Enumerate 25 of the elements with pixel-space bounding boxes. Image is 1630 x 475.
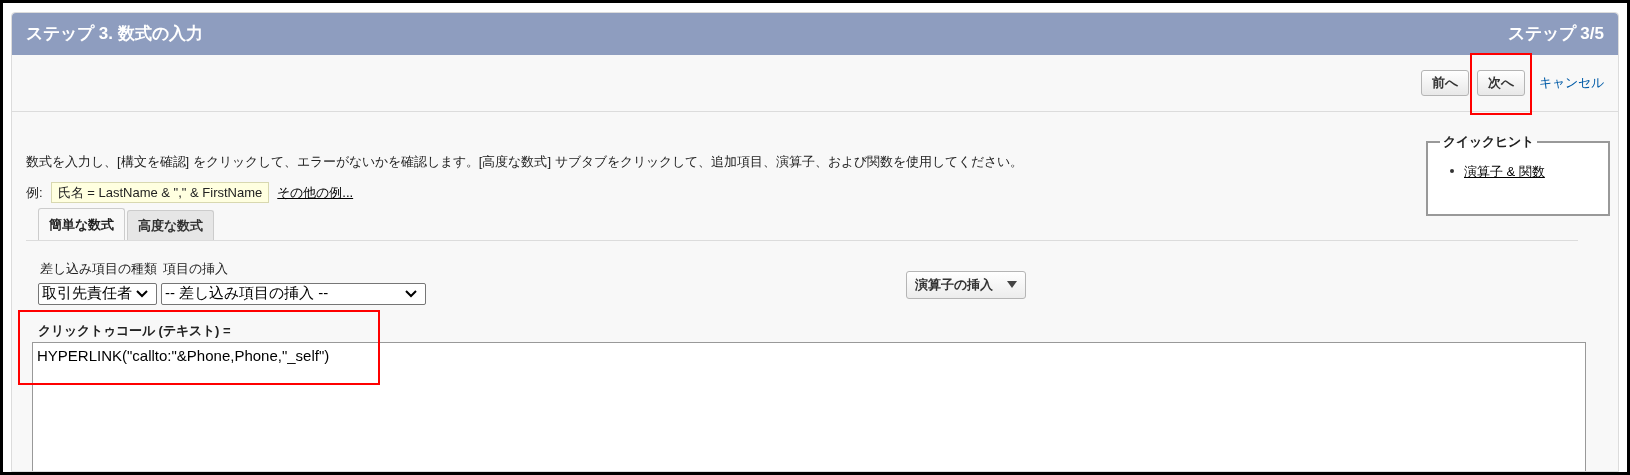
insert-field-select[interactable]: -- 差し込み項目の挿入 -- (161, 282, 426, 305)
formula-editor[interactable]: HYPERLINK("callto:"&Phone,Phone,"_self") (32, 342, 1586, 471)
example-formula: 氏名 = LastName & "," & FirstName (50, 181, 270, 203)
cancel-link[interactable]: キャンセル (1539, 73, 1604, 93)
nav-button[interactable]: 前へ (1421, 70, 1469, 96)
insert-field-label: 項目の挿入 (163, 260, 229, 278)
field-type-select[interactable]: 取引先責任者 (38, 282, 157, 305)
insert-operator-button[interactable]: 演算子の挿入 (906, 270, 1026, 299)
formula-label: クリックトゥコール (テキスト) = (38, 321, 232, 340)
nav-button[interactable]: 次へ (1477, 70, 1525, 96)
example-label: 例: (26, 183, 43, 202)
quick-hint-title: クイックヒント (1442, 133, 1535, 151)
step-counter: ステップ 3/5 (1507, 23, 1604, 46)
step-title: ステップ 3. 数式の入力 (26, 23, 203, 46)
formula-text: HYPERLINK("callto:"&Phone,Phone,"_self") (37, 347, 330, 364)
more-examples-link[interactable]: その他の例... (277, 182, 354, 202)
formula-tab[interactable]: 高度な数式 (127, 210, 214, 240)
bullet-icon (1450, 169, 1454, 174)
hint-link[interactable]: 演算子 & 関数 (1464, 161, 1545, 181)
instructions-text: 数式を入力し、[構文を確認] をクリックして、エラーがないかを確認します。[高度な数式] サブタブをクリックして、追加項目、演算子、および関数を使用してください。 (26, 153, 1023, 171)
formula-tab[interactable]: 簡単な数式 (38, 208, 125, 240)
chevron-down-icon (405, 289, 417, 298)
field-type-label: 差し込み項目の種類 (40, 260, 157, 278)
dropdown-arrow-icon (1007, 281, 1017, 288)
chevron-down-icon (136, 289, 148, 298)
